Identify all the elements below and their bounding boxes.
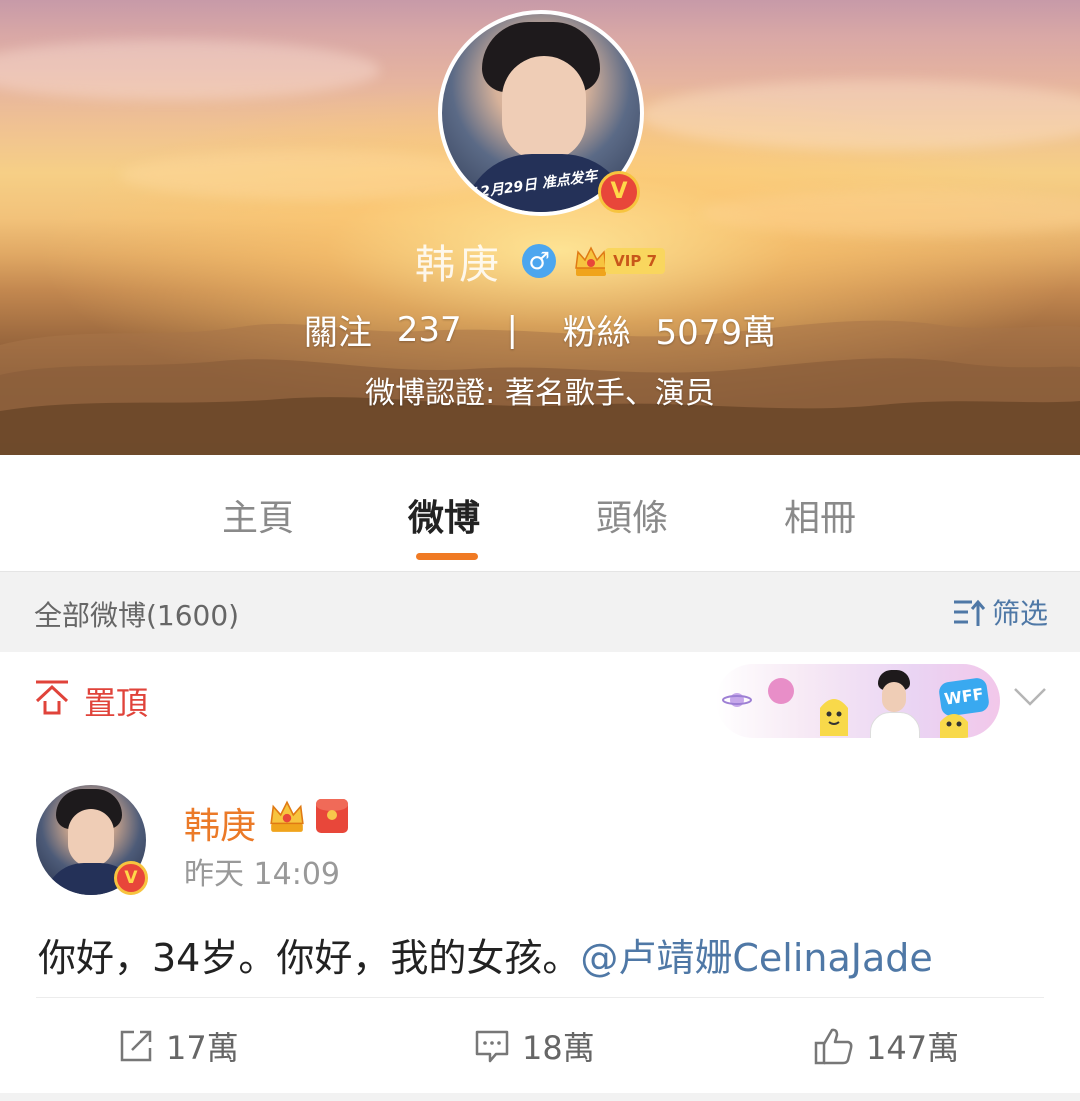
pinned-label: 置頂 — [84, 684, 149, 722]
divider — [36, 997, 1044, 998]
post-text: 你好，34岁。你好，我的女孩。@卢靖姗CelinaJade — [38, 927, 933, 982]
tab-albums[interactable]: 相冊 — [784, 489, 856, 541]
crown-icon — [575, 246, 608, 276]
stats-separator: | — [506, 309, 518, 350]
comment-icon — [475, 1030, 509, 1063]
cloud — [700, 190, 1080, 236]
promo-banner[interactable]: WFF — [716, 664, 1000, 738]
comment-button[interactable]: 18萬 — [474, 1023, 595, 1069]
section-separator — [0, 1093, 1080, 1101]
repost-count: 17萬 — [166, 1029, 239, 1067]
planet-icon — [768, 678, 794, 704]
post-body: 你好，34岁。你好，我的女孩。 — [38, 936, 581, 980]
crown-icon[interactable] — [268, 798, 306, 834]
profile-tabs: 主頁 微博 頭條 相冊 — [0, 455, 1080, 572]
filter-icon — [953, 599, 986, 626]
following-stat[interactable]: 關注 237 — [304, 308, 473, 354]
profile-name-row: 韩庚 ♂ VIP 7 — [0, 232, 1080, 292]
like-button[interactable]: 147萬 — [814, 1023, 959, 1069]
followers-label: 粉絲 — [562, 313, 631, 353]
pinned-row[interactable]: 置頂 WFF — [0, 652, 1080, 746]
planet-icon — [722, 693, 752, 707]
profile-certification: 微博認證: 著名歌手、演员 — [365, 376, 715, 411]
mascot-icon — [940, 714, 968, 738]
avatar-face — [502, 56, 586, 160]
verified-badge-icon: V — [114, 861, 148, 895]
post-time: 昨天 14:09 — [184, 857, 340, 892]
repost-button[interactable]: 17萬 — [118, 1023, 239, 1069]
mountains — [0, 320, 1080, 455]
celebrity-thumbnail — [868, 670, 920, 738]
followers-count: 5079萬 — [655, 313, 777, 353]
mascot-icon — [820, 699, 848, 736]
tab-home[interactable]: 主頁 — [222, 489, 294, 541]
followers-stat[interactable]: 粉絲 5079萬 — [563, 308, 776, 353]
cloud — [0, 40, 380, 100]
like-count: 147萬 — [866, 1029, 960, 1067]
vip-badge[interactable]: VIP 7 — [573, 244, 666, 278]
thumbs-up-icon — [814, 1028, 853, 1065]
vip-level-label: VIP 7 — [605, 248, 666, 274]
tab-weibo[interactable]: 微博 — [408, 489, 480, 541]
comment-count: 18萬 — [522, 1029, 595, 1067]
pin-top-icon — [35, 680, 69, 715]
male-icon: ♂ — [522, 244, 557, 278]
avatar-face — [68, 809, 114, 867]
weibo-post: V 韩庚 昨天 14:09 你好，34岁。你好，我的女孩。@卢靖姗CelinaJ… — [0, 745, 1080, 1093]
following-label: 關注 — [303, 313, 372, 353]
profile-name: 韩庚 — [414, 242, 503, 288]
tab-headlines[interactable]: 頭條 — [596, 489, 668, 541]
verified-badge-icon: V — [598, 171, 640, 213]
filter-button[interactable]: 筛选 — [952, 592, 1048, 632]
post-author-name[interactable]: 韩庚 — [184, 797, 256, 849]
active-tab-indicator — [416, 553, 478, 560]
cloud — [640, 80, 1080, 150]
filter-label: 筛选 — [991, 597, 1048, 630]
following-count: 237 — [396, 309, 462, 350]
red-packet-icon[interactable] — [316, 799, 348, 833]
repost-icon — [120, 1030, 152, 1062]
profile-stats: 關注 237 | 粉絲 5079萬 — [0, 305, 1080, 354]
cloud — [120, 150, 500, 200]
chevron-down-icon[interactable] — [1013, 686, 1047, 708]
all-posts-count: 全部微博(1600) — [34, 599, 240, 632]
mention-link[interactable]: @卢靖姗CelinaJade — [580, 936, 932, 980]
filter-bar: 全部微博(1600) 筛选 — [0, 572, 1080, 652]
